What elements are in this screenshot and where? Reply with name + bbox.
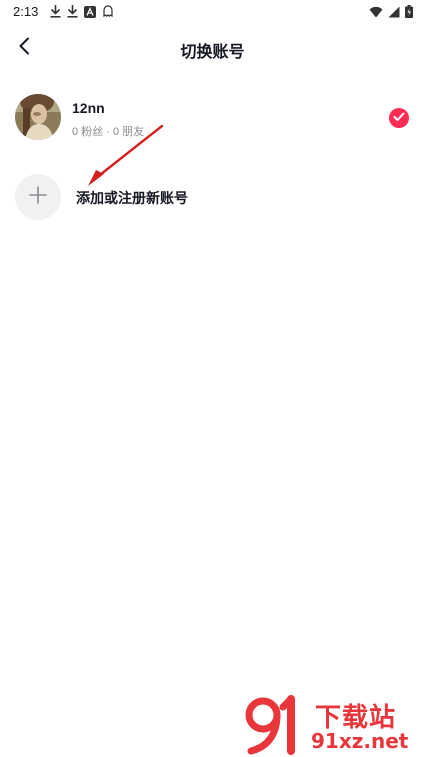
status-icons-right	[369, 5, 413, 23]
status-bar: 2:13	[0, 0, 425, 24]
add-account-button[interactable]: 添加或注册新账号	[0, 174, 425, 220]
app-icon	[84, 5, 96, 18]
wifi-icon	[369, 5, 383, 23]
checkmark-icon	[393, 109, 405, 127]
signal-icon	[388, 5, 400, 23]
watermark: 下载站 91xz.net	[245, 695, 421, 755]
battery-icon	[405, 5, 413, 23]
plus-icon	[29, 185, 47, 209]
add-circle	[15, 174, 61, 220]
status-time: 2:13	[13, 4, 39, 19]
add-account-label: 添加或注册新账号	[76, 190, 188, 206]
account-stats: 0 粉丝 · 0 朋友	[72, 126, 145, 138]
account-name: 12nn	[72, 100, 105, 116]
account-row[interactable]: 12nn 0 粉丝 · 0 朋友	[0, 92, 425, 144]
ghost-icon	[102, 5, 114, 18]
nav-bar: 切换账号	[0, 28, 425, 68]
selected-check-badge	[389, 108, 409, 128]
page-title: 切换账号	[180, 44, 245, 61]
download-icon	[50, 5, 61, 18]
watermark-url: 91xz.net	[311, 729, 409, 753]
status-icons-left	[50, 5, 114, 18]
download-icon	[67, 5, 78, 18]
avatar	[15, 94, 61, 140]
